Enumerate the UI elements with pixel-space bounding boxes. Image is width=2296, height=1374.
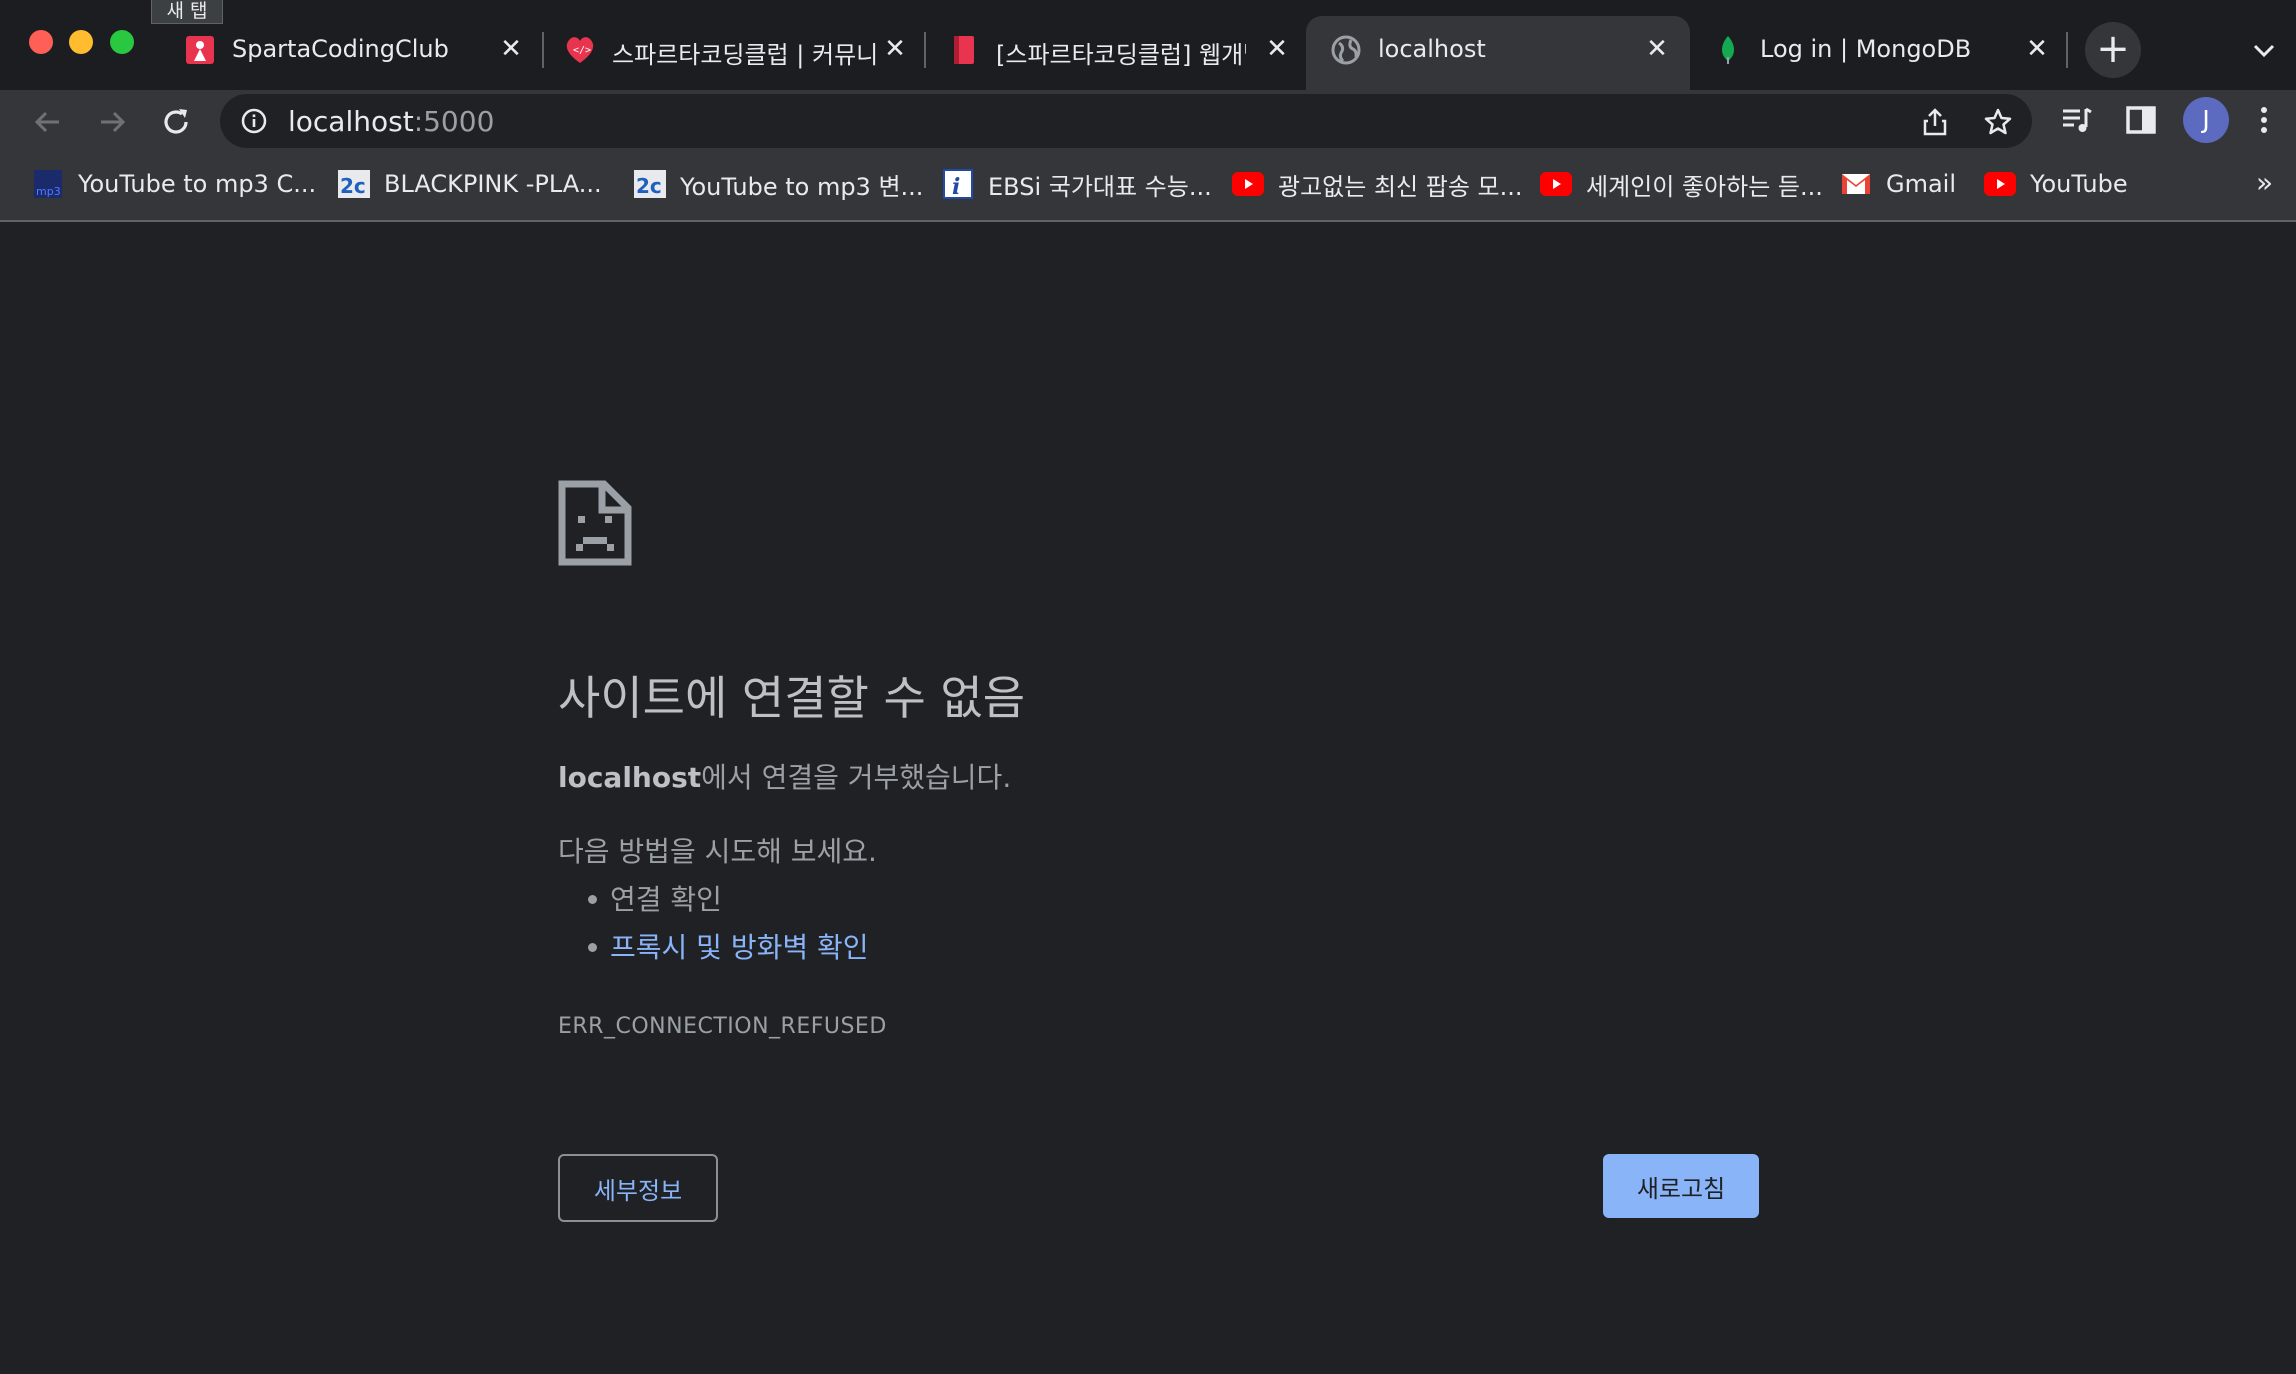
arrow-left-icon <box>34 111 59 133</box>
error-title: 사이트에 연결할 수 없음 <box>558 671 1026 725</box>
window-zoom-button[interactable] <box>110 30 134 54</box>
svg-text:</>: </> <box>573 45 591 56</box>
site-info-icon[interactable] <box>240 107 268 135</box>
mp3-icon: mp3 <box>32 168 64 200</box>
bookmark-label: YouTube to mp3 변... <box>680 172 924 201</box>
sad-page-icon <box>558 480 632 566</box>
chevron-down-icon[interactable] <box>2250 36 2278 64</box>
page-content: 사이트에 연결할 수 없음 localhost에서 연결을 거부했습니다. 다음… <box>0 222 2296 1374</box>
bookmark-label: YouTube to mp3 C... <box>78 170 317 198</box>
bookmark-item[interactable]: 2c BLACKPINK -PLA... <box>338 166 602 202</box>
gmail-icon <box>1840 168 1872 200</box>
profile-avatar[interactable]: J <box>2183 97 2229 143</box>
reload-button[interactable] <box>154 100 198 144</box>
forward-button[interactable] <box>90 100 134 144</box>
tab-title: [스파르타코딩클럽] 웹개발 <box>996 41 1246 69</box>
svg-text:2c: 2c <box>636 174 662 198</box>
new-tab-tooltip: 새 탭 <box>151 0 223 24</box>
bookmark-star-icon[interactable] <box>1983 107 2013 137</box>
youtube-icon <box>1984 168 2016 200</box>
bookmark-item[interactable]: 광고없는 최신 팝송 모... <box>1232 166 1523 202</box>
suggestion-check-connection: 연결 확인 <box>588 878 722 918</box>
side-panel-icon[interactable] <box>2124 103 2158 137</box>
tab-sparta-community[interactable]: </> 스파르타코딩클럽 | 커뮤니 ✕ <box>564 16 910 82</box>
bookmark-item[interactable]: YouTube <box>1984 166 2128 202</box>
back-button[interactable] <box>26 100 70 144</box>
tab-close-icon[interactable]: ✕ <box>2022 34 2052 64</box>
error-description: localhost에서 연결을 거부했습니다. <box>558 756 1011 796</box>
bookmark-item[interactable]: i EBSi 국가대표 수능... <box>942 166 1212 202</box>
mongodb-leaf-icon <box>1712 34 1744 66</box>
tab-close-icon[interactable]: ✕ <box>1262 34 1292 64</box>
address-url: localhost:5000 <box>288 105 494 138</box>
youtube-icon <box>1232 168 1264 200</box>
address-bar[interactable]: localhost:5000 <box>220 94 2032 148</box>
book-icon <box>948 34 980 66</box>
suggestion-check-proxy-firewall-link[interactable]: 프록시 및 방화벽 확인 <box>588 926 869 966</box>
tab-localhost[interactable]: localhost ✕ <box>1306 16 1690 90</box>
tab-close-icon[interactable]: ✕ <box>1642 34 1672 64</box>
window-minimize-button[interactable] <box>69 30 93 54</box>
bookmark-label: YouTube <box>2030 170 2128 198</box>
tab-title: 스파르타코딩클럽 | 커뮤니 <box>612 41 876 69</box>
error-code: ERR_CONNECTION_REFUSED <box>558 1014 887 1039</box>
bookmark-label: Gmail <box>1886 170 1957 198</box>
window-close-button[interactable] <box>29 30 53 54</box>
tab-sparta-coding-club[interactable]: SpartaCodingClub ✕ <box>184 16 530 82</box>
tab-sparta-webdev[interactable]: [스파르타코딩클럽] 웹개발 ✕ <box>948 16 1294 82</box>
media-queue-icon[interactable] <box>2060 103 2094 137</box>
tab-mongodb-login[interactable]: Log in | MongoDB ✕ <box>1712 16 2058 82</box>
tab-title: SpartaCodingClub <box>232 35 449 63</box>
arrow-right-icon <box>101 111 126 133</box>
2c-icon: 2c <box>634 168 666 200</box>
reload-icon <box>164 109 188 134</box>
tab-close-icon[interactable]: ✕ <box>880 34 910 64</box>
tab-separator <box>2066 32 2068 68</box>
bookmarks-overflow-button[interactable]: » <box>2256 166 2273 199</box>
bookmark-item[interactable]: 세계인이 좋아하는 듣... <box>1540 166 1823 202</box>
error-host: localhost <box>558 761 702 794</box>
share-icon[interactable] <box>1920 107 1950 137</box>
more-menu-icon[interactable] <box>2252 103 2276 137</box>
tab-title: Log in | MongoDB <box>1760 35 1972 63</box>
url-port: :5000 <box>413 105 495 138</box>
bookmark-label: EBSi 국가대표 수능... <box>988 172 1212 201</box>
tab-separator <box>924 32 926 68</box>
tab-close-icon[interactable]: ✕ <box>496 34 526 64</box>
sparta-logo-icon <box>184 34 216 66</box>
bookmark-item[interactable]: Gmail <box>1840 166 1956 202</box>
globe-icon <box>1330 34 1362 66</box>
svg-text:mp3: mp3 <box>36 185 61 198</box>
bookmark-item[interactable]: 2c YouTube to mp3 변... <box>634 166 923 202</box>
bookmark-label: 광고없는 최신 팝송 모... <box>1278 172 1523 201</box>
reload-page-button[interactable]: 새로고침 <box>1603 1154 1759 1218</box>
tab-separator <box>542 32 544 68</box>
bookmark-item[interactable]: mp3 YouTube to mp3 C... <box>32 166 316 202</box>
youtube-icon <box>1540 168 1572 200</box>
svg-text:i: i <box>952 174 960 200</box>
new-tab-button[interactable]: + <box>2085 22 2141 78</box>
bookmark-label: BLACKPINK -PLA... <box>384 170 602 198</box>
sparta-heart-icon: </> <box>564 34 596 66</box>
url-host: localhost <box>288 105 414 138</box>
tab-strip: SpartaCodingClub ✕ </> 스파르타코딩클럽 | 커뮤니 ✕ … <box>0 0 2296 90</box>
tab-title: localhost <box>1378 35 1486 63</box>
error-desc-suffix: 에서 연결을 거부했습니다. <box>701 761 1012 794</box>
info-i-icon: i <box>942 168 974 200</box>
bookmark-label: 세계인이 좋아하는 듣... <box>1586 172 1823 201</box>
svg-text:2c: 2c <box>340 174 366 198</box>
error-try-heading: 다음 방법을 시도해 보세요. <box>558 835 877 868</box>
2c-icon: 2c <box>338 168 370 200</box>
details-button[interactable]: 세부정보 <box>558 1154 718 1222</box>
